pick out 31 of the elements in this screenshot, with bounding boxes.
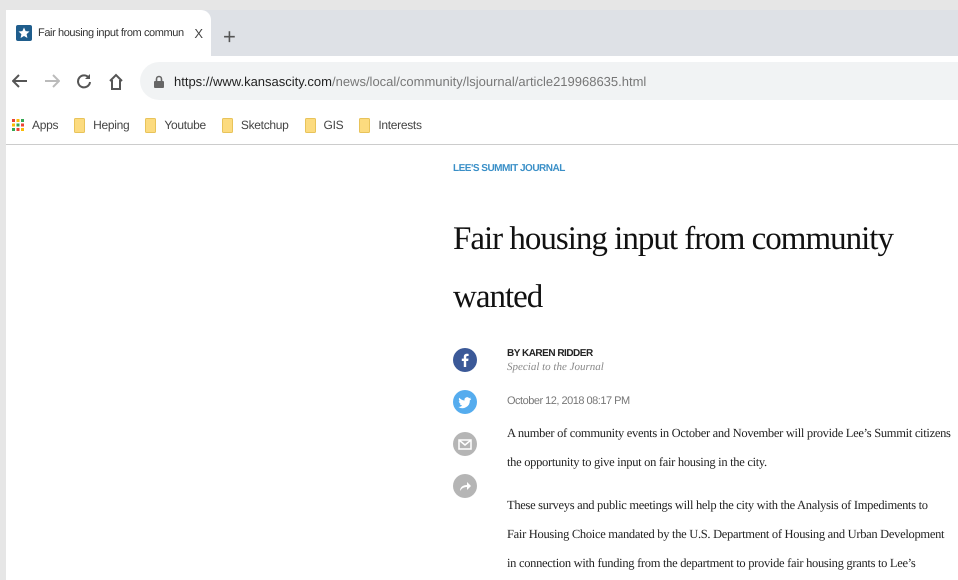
- apps-grid-icon: [12, 119, 24, 131]
- folder-icon: [74, 118, 86, 132]
- bookmark-item[interactable]: Interests: [359, 118, 422, 132]
- url-text: https://www.kansascity.com/news/local/community/lsjournal/article219968635.html: [174, 74, 646, 88]
- folder-icon: [304, 118, 316, 132]
- byline-note: Special to the Journal: [507, 361, 605, 373]
- bookmark-item[interactable]: Youtube: [145, 118, 206, 132]
- folder-icon: [222, 118, 233, 132]
- folder-icon: [145, 118, 156, 132]
- address-bar[interactable]: https://www.kansascity.com/news/local/community/lsjournal/article219968635.html: [140, 62, 958, 100]
- home-icon[interactable]: [108, 72, 124, 90]
- tab-title: Fair housing input from commun: [38, 27, 185, 39]
- folder-icon: [359, 118, 370, 132]
- reload-icon[interactable]: [76, 73, 92, 89]
- new-tab-button[interactable]: +: [223, 26, 236, 48]
- browser-tab[interactable]: Fair housing input from commun X: [6, 10, 211, 56]
- back-icon[interactable]: [12, 74, 28, 88]
- section-link[interactable]: LEE'S SUMMIT JOURNAL: [453, 163, 958, 174]
- publish-date: October 12, 2018 08:17 PM: [507, 395, 631, 407]
- facebook-icon[interactable]: [453, 348, 477, 372]
- bookmark-item[interactable]: Sketchup: [222, 118, 289, 132]
- headline: Fair housing input from community wanted: [453, 220, 894, 317]
- bookmark-item[interactable]: Apps: [12, 118, 58, 132]
- bookmark-item[interactable]: GIS: [304, 118, 344, 132]
- paragraph: A number of community events in October and November will provide Lee’s Summit citizens the opportunity to give input on fair housing in the city.: [507, 425, 951, 471]
- close-tab-button[interactable]: X: [194, 26, 203, 40]
- paragraph: These surveys and public meetings will help the city with the Analysis of Impediments to Fair Housing Choice mandated by the U.S. Department of Housing and Urban Development in connection with funding from the department to provide fair housing grants to Lee’s: [507, 497, 946, 572]
- lock-icon: [154, 74, 164, 88]
- byline: BY KAREN RIDDER: [507, 348, 594, 359]
- star-icon: [16, 25, 32, 41]
- bookmark-item[interactable]: Heping: [74, 118, 130, 132]
